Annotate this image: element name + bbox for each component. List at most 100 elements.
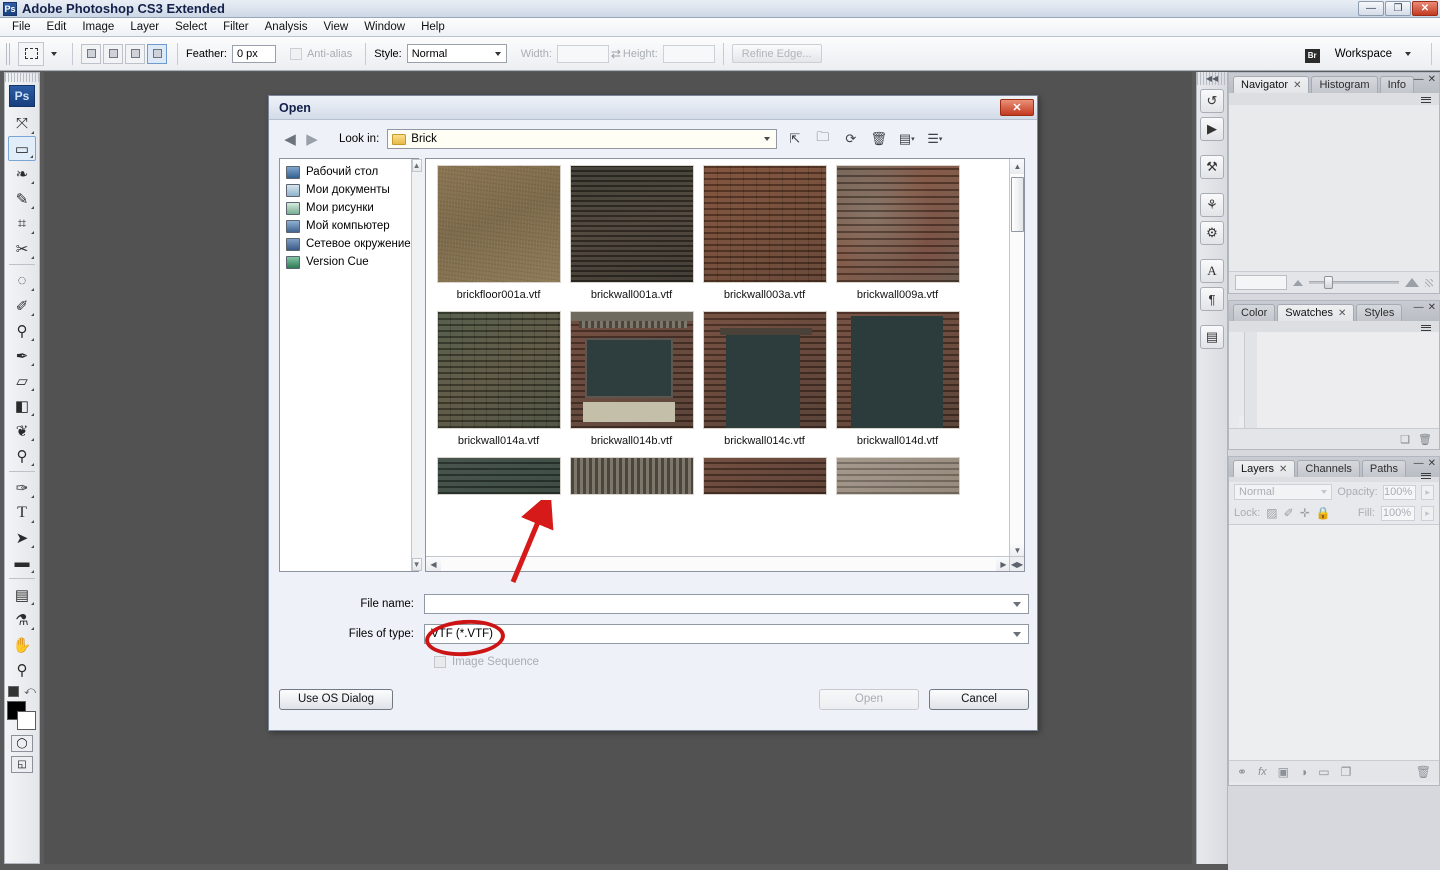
delete-icon[interactable]: 🗑: [868, 129, 889, 149]
style-select[interactable]: Normal: [406, 44, 507, 63]
options-bar-grip[interactable]: [6, 42, 12, 65]
place-my-pictures[interactable]: Мои рисунки: [280, 199, 411, 217]
scrollbar-corner[interactable]: ◀▶: [1009, 556, 1024, 571]
rectangular-marquee-tool[interactable]: ▭: [8, 136, 36, 161]
new-selection-button[interactable]: [81, 43, 101, 64]
tab-color[interactable]: Color: [1233, 304, 1276, 321]
file-item[interactable]: brickwall009a.vtf: [831, 165, 964, 311]
menu-analysis[interactable]: Analysis: [257, 19, 316, 35]
new-group-icon[interactable]: ▭: [1318, 765, 1329, 779]
places-list[interactable]: Рабочий стол Мои документы Мои рисунки М…: [280, 159, 411, 571]
move-tool[interactable]: ⤧: [8, 111, 36, 136]
slice-tool[interactable]: ✂: [8, 236, 36, 261]
default-colors-icon[interactable]: [8, 686, 20, 697]
tab-layers[interactable]: Layers ✕: [1233, 460, 1296, 477]
file-browser[interactable]: brickfloor001a.vtf brickwall001a.vtf bri…: [425, 158, 1025, 572]
file-item[interactable]: brickwall003a.vtf: [698, 165, 831, 311]
swap-colors-icon[interactable]: ⤺: [24, 685, 36, 698]
tab-channels[interactable]: Channels: [1297, 460, 1360, 477]
eraser-tool[interactable]: ▱: [8, 368, 36, 393]
scroll-up-icon[interactable]: ▲: [1010, 159, 1024, 174]
character-icon[interactable]: A: [1200, 259, 1224, 283]
place-version-cue[interactable]: Version Cue: [280, 253, 411, 271]
scroll-left-icon[interactable]: ◀: [426, 557, 441, 571]
notes-tool[interactable]: ▤: [8, 582, 36, 607]
color-picker-swatches[interactable]: [7, 701, 37, 731]
brickwall014d-thumbnail[interactable]: [835, 311, 960, 429]
delete-swatch-icon[interactable]: 🗑: [1418, 433, 1432, 446]
brickwall003a-thumbnail[interactable]: [702, 165, 827, 283]
swatches-scrollbar[interactable]: [1244, 332, 1257, 428]
new-layer-icon[interactable]: ❐: [1341, 765, 1352, 779]
toolbar-photoshop-badge[interactable]: Ps: [9, 85, 35, 107]
file-item[interactable]: brickwall001a.vtf: [565, 165, 698, 311]
menu-filter[interactable]: Filter: [215, 19, 257, 35]
minimize-icon[interactable]: —: [1414, 458, 1424, 469]
hand-tool[interactable]: ✋: [8, 632, 36, 657]
lasso-tool[interactable]: ❧: [8, 161, 36, 186]
place-my-documents[interactable]: Мои документы: [280, 181, 411, 199]
opacity-stepper[interactable]: ▸: [1421, 484, 1434, 500]
eyedropper-tool[interactable]: ⚗: [8, 607, 36, 632]
list-view-icon[interactable]: ☰ ▾: [924, 129, 945, 149]
actions-icon[interactable]: ▶: [1200, 117, 1224, 141]
file-name-input[interactable]: [424, 594, 1029, 614]
lock-position-icon[interactable]: ✛: [1300, 506, 1310, 520]
files-of-type-chevron-down-icon[interactable]: [1013, 631, 1021, 637]
file-thumbnail-partial[interactable]: [569, 457, 694, 495]
fill-input[interactable]: 100%: [1381, 505, 1415, 521]
file-item[interactable]: brickwall014c.vtf: [698, 311, 831, 457]
file-thumbnail-partial[interactable]: [702, 457, 827, 495]
quick-mask-toggle[interactable]: ◯: [11, 735, 33, 752]
lock-image-pixels-icon[interactable]: ✐: [1284, 506, 1294, 520]
restore-button[interactable]: ❐: [1385, 0, 1411, 16]
tool-presets-icon[interactable]: ⚒: [1200, 155, 1224, 179]
panel-menu-icon[interactable]: [1421, 93, 1435, 106]
adjustment-layer-icon[interactable]: ◑: [1300, 765, 1307, 779]
menu-help[interactable]: Help: [413, 19, 453, 35]
workspace-chevron-down-icon[interactable]: [1405, 51, 1411, 56]
brickwall014a-thumbnail[interactable]: [436, 311, 561, 429]
menu-edit[interactable]: Edit: [39, 19, 75, 35]
healing-brush-tool[interactable]: ◌: [8, 268, 36, 293]
image-sequence-checkbox[interactable]: [434, 656, 446, 668]
toolbar-grip[interactable]: [5, 73, 39, 82]
create-new-folder-icon[interactable]: 🗀: [812, 129, 833, 149]
file-name-chevron-down-icon[interactable]: [1013, 601, 1021, 607]
file-browser-vertical-scrollbar[interactable]: ▲ ▼: [1009, 159, 1024, 558]
resize-grip-icon[interactable]: [1425, 278, 1433, 287]
opacity-input[interactable]: 100%: [1382, 484, 1417, 500]
close-panel-icon[interactable]: ✕: [1428, 458, 1436, 469]
brushes-icon[interactable]: ⚘: [1200, 193, 1224, 217]
tab-swatches[interactable]: Swatches ✕: [1277, 304, 1355, 321]
tab-navigator[interactable]: Navigator ✕: [1233, 76, 1310, 93]
pen-tool[interactable]: ✑: [8, 475, 36, 500]
brickwall014b-thumbnail[interactable]: [569, 311, 694, 429]
menu-select[interactable]: Select: [167, 19, 215, 35]
cancel-button[interactable]: Cancel: [929, 688, 1029, 710]
height-input[interactable]: [662, 44, 715, 63]
open-button[interactable]: Open: [819, 688, 919, 710]
menu-view[interactable]: View: [315, 19, 356, 35]
navigator-zoom-slider[interactable]: [1309, 276, 1399, 289]
open-dialog-close-button[interactable]: ✕: [1000, 99, 1034, 116]
rectangle-shape-tool[interactable]: ▬: [8, 550, 36, 575]
file-item[interactable]: brickwall014a.vtf: [432, 311, 565, 457]
close-icon[interactable]: ✕: [1293, 80, 1301, 91]
layer-comps-icon[interactable]: ▤: [1200, 325, 1224, 349]
clone-source-icon[interactable]: ⚙: [1200, 221, 1224, 245]
tab-info[interactable]: Info: [1379, 76, 1414, 93]
menu-file[interactable]: File: [4, 19, 39, 35]
close-panel-icon[interactable]: ✕: [1428, 74, 1436, 85]
forward-arrow-icon[interactable]: ▶: [301, 129, 323, 149]
tab-styles[interactable]: Styles: [1356, 304, 1403, 321]
anti-alias-checkbox[interactable]: [289, 47, 302, 60]
menu-layer[interactable]: Layer: [122, 19, 167, 35]
gradient-tool[interactable]: ◧: [8, 393, 36, 418]
slider-thumb[interactable]: [1324, 276, 1333, 289]
tab-histogram[interactable]: Histogram: [1311, 76, 1378, 93]
crop-tool[interactable]: ⌗: [8, 211, 36, 236]
file-item[interactable]: [698, 457, 831, 495]
bridge-icon[interactable]: Br: [1304, 45, 1325, 63]
file-item[interactable]: [565, 457, 698, 495]
